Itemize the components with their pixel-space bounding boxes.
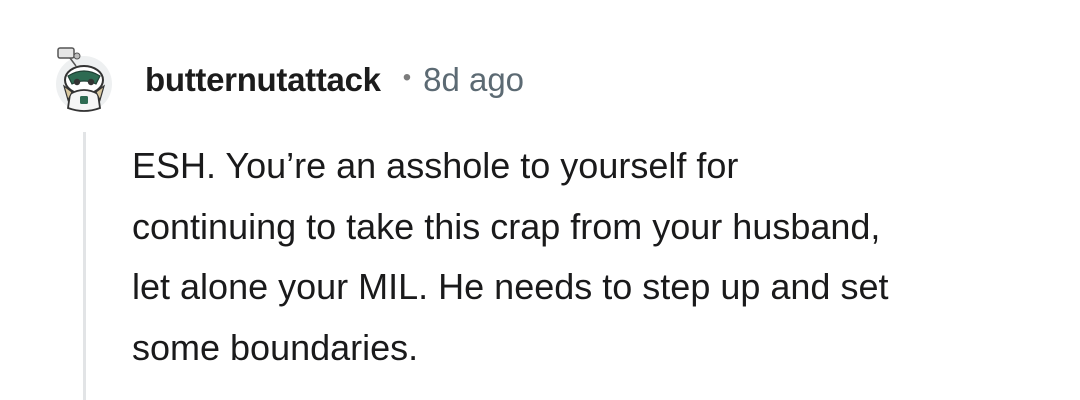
comment-timestamp[interactable]: 8d ago: [423, 61, 524, 99]
comment-body-line: let alone your MIL. He needs to step up …: [132, 266, 889, 307]
thread-collapse-line[interactable]: [83, 132, 86, 400]
comment-body-line: some boundaries.: [132, 326, 419, 368]
comment-body: ESH. You’re an asshole to yourself for c…: [132, 136, 1032, 378]
separator-dot: •: [402, 64, 412, 91]
comment: butternutattack • 8d ago ESH. You’re an …: [0, 0, 1080, 400]
username-link[interactable]: butternutattack: [145, 61, 381, 99]
comment-body-line: ESH. You’re an asshole to yourself for: [132, 145, 739, 186]
comment-body-line: continuing to take this crap from your h…: [132, 205, 881, 247]
avatar[interactable]: [50, 46, 118, 114]
snoo-avatar-icon: [56, 47, 112, 112]
comment-header: butternutattack • 8d ago: [50, 42, 524, 118]
